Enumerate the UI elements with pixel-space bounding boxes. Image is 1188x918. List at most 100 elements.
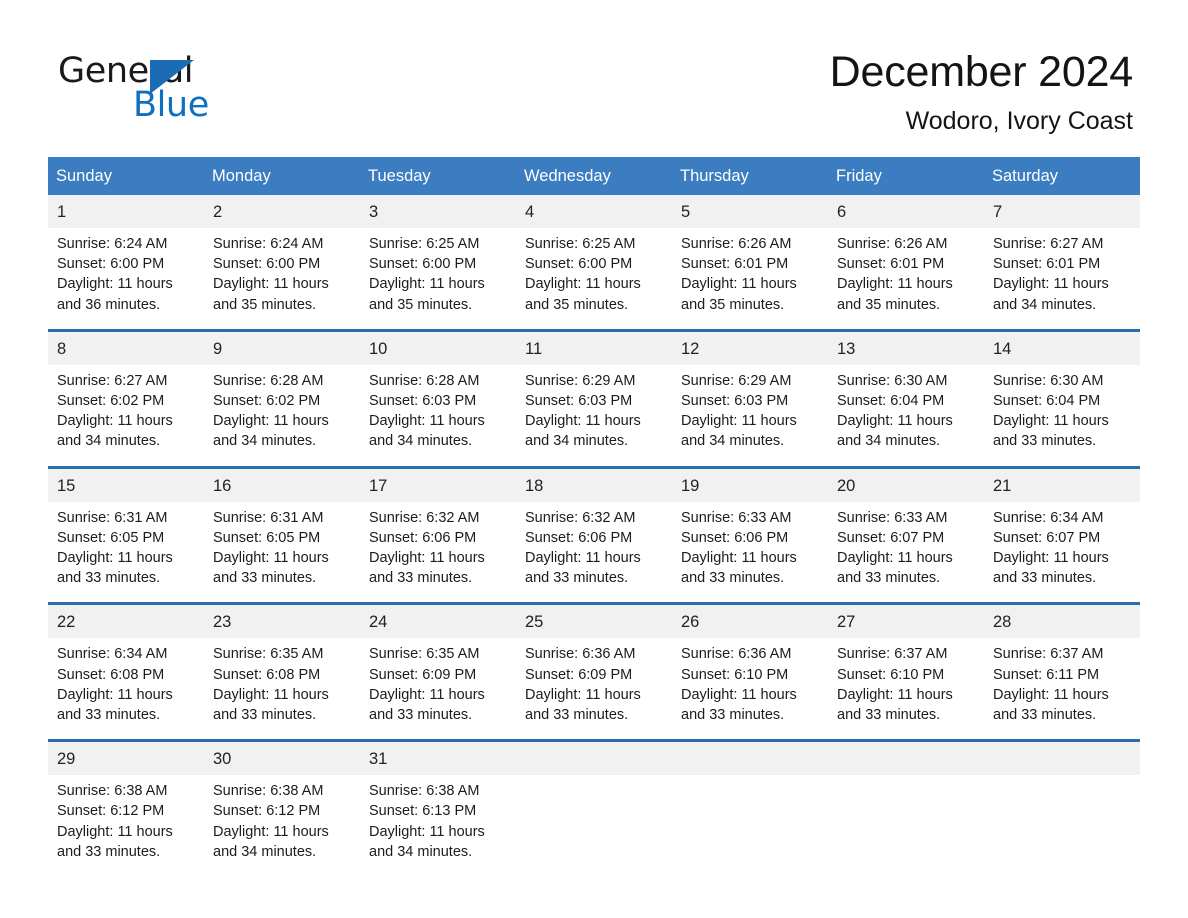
day-number[interactable]: 23 xyxy=(204,605,360,638)
sunrise-text: Sunrise: 6:32 AM xyxy=(369,509,480,526)
sunrise-text: Sunrise: 6:35 AM xyxy=(369,646,480,663)
sunrise-text: Sunrise: 6:38 AM xyxy=(213,783,324,800)
day-number[interactable]: 4 xyxy=(516,195,672,228)
daylight-text-line1: Daylight: 11 hours xyxy=(681,413,797,430)
daylight-text-line2: and 34 minutes. xyxy=(213,843,317,860)
day-number[interactable]: 15 xyxy=(48,469,204,502)
sunset-text: Sunset: 6:01 PM xyxy=(681,256,789,273)
daylight-text-line1: Daylight: 11 hours xyxy=(57,413,173,430)
day-number[interactable]: 20 xyxy=(828,469,984,502)
weekday-header-row: Sunday Monday Tuesday Wednesday Thursday… xyxy=(48,157,1140,195)
sunset-text: Sunset: 6:06 PM xyxy=(681,529,789,546)
day-number[interactable]: 8 xyxy=(48,332,204,365)
day-number[interactable]: 5 xyxy=(672,195,828,228)
day-cell: Sunrise: 6:24 AM Sunset: 6:00 PM Dayligh… xyxy=(204,228,360,329)
day-number[interactable]: 24 xyxy=(360,605,516,638)
day-number[interactable]: 31 xyxy=(360,742,516,775)
day-number[interactable]: 12 xyxy=(672,332,828,365)
day-number[interactable]: 26 xyxy=(672,605,828,638)
day-cell: Sunrise: 6:32 AM Sunset: 6:06 PM Dayligh… xyxy=(516,502,672,603)
week-daynumber-band: 29 30 31 xyxy=(48,742,1140,776)
day-number[interactable]: 18 xyxy=(516,469,672,502)
sunset-text: Sunset: 6:03 PM xyxy=(681,393,789,410)
sunset-text: Sunset: 6:13 PM xyxy=(369,803,477,820)
day-number[interactable]: 14 xyxy=(984,332,1140,365)
daylight-text-line1: Daylight: 11 hours xyxy=(993,276,1109,293)
day-number[interactable]: 16 xyxy=(204,469,360,502)
daylight-text-line1: Daylight: 11 hours xyxy=(213,823,329,840)
sunrise-text: Sunrise: 6:31 AM xyxy=(213,509,324,526)
daylight-text-line2: and 34 minutes. xyxy=(525,433,629,450)
daylight-text-line2: and 34 minutes. xyxy=(369,433,473,450)
sunset-text: Sunset: 6:00 PM xyxy=(369,256,477,273)
sunrise-text: Sunrise: 6:36 AM xyxy=(525,646,636,663)
page-header: General Blue December 2024 Wodoro, Ivory… xyxy=(0,0,1188,135)
weekday-header-tuesday: Tuesday xyxy=(368,167,431,185)
day-cell: Sunrise: 6:33 AM Sunset: 6:06 PM Dayligh… xyxy=(672,502,828,603)
daylight-text-line2: and 34 minutes. xyxy=(993,296,1097,313)
daylight-text-line2: and 34 minutes. xyxy=(837,433,941,450)
sunrise-text: Sunrise: 6:37 AM xyxy=(993,646,1104,663)
day-number-empty xyxy=(984,742,1140,775)
day-number[interactable]: 3 xyxy=(360,195,516,228)
sunset-text: Sunset: 6:04 PM xyxy=(993,393,1101,410)
day-number[interactable]: 10 xyxy=(360,332,516,365)
daylight-text-line2: and 35 minutes. xyxy=(837,296,941,313)
day-number[interactable]: 27 xyxy=(828,605,984,638)
day-cell: Sunrise: 6:38 AM Sunset: 6:13 PM Dayligh… xyxy=(360,775,516,876)
day-number[interactable]: 1 xyxy=(48,195,204,228)
sunset-text: Sunset: 6:05 PM xyxy=(213,529,321,546)
day-cell: Sunrise: 6:38 AM Sunset: 6:12 PM Dayligh… xyxy=(204,775,360,876)
day-cell: Sunrise: 6:36 AM Sunset: 6:09 PM Dayligh… xyxy=(516,638,672,739)
day-number[interactable]: 13 xyxy=(828,332,984,365)
day-number[interactable]: 25 xyxy=(516,605,672,638)
day-number[interactable]: 19 xyxy=(672,469,828,502)
daylight-text-line1: Daylight: 11 hours xyxy=(681,276,797,293)
daylight-text-line2: and 33 minutes. xyxy=(57,570,161,587)
sunrise-text: Sunrise: 6:29 AM xyxy=(681,372,792,389)
day-number[interactable]: 2 xyxy=(204,195,360,228)
daylight-text-line2: and 33 minutes. xyxy=(837,707,941,724)
sunrise-text: Sunrise: 6:33 AM xyxy=(681,509,792,526)
daylight-text-line2: and 35 minutes. xyxy=(369,296,473,313)
day-number[interactable]: 11 xyxy=(516,332,672,365)
sunset-text: Sunset: 6:09 PM xyxy=(525,666,633,683)
day-number[interactable]: 22 xyxy=(48,605,204,638)
day-cell: Sunrise: 6:36 AM Sunset: 6:10 PM Dayligh… xyxy=(672,638,828,739)
daylight-text-line2: and 36 minutes. xyxy=(57,296,161,313)
day-cell: Sunrise: 6:35 AM Sunset: 6:08 PM Dayligh… xyxy=(204,638,360,739)
day-number[interactable]: 6 xyxy=(828,195,984,228)
day-cell-empty xyxy=(984,775,1140,876)
sunset-text: Sunset: 6:09 PM xyxy=(369,666,477,683)
day-number[interactable]: 7 xyxy=(984,195,1140,228)
daylight-text-line1: Daylight: 11 hours xyxy=(57,686,173,703)
day-number[interactable]: 29 xyxy=(48,742,204,775)
title-block: December 2024 Wodoro, Ivory Coast xyxy=(830,46,1134,136)
sunrise-text: Sunrise: 6:32 AM xyxy=(525,509,636,526)
day-cell: Sunrise: 6:28 AM Sunset: 6:02 PM Dayligh… xyxy=(204,365,360,466)
daylight-text-line1: Daylight: 11 hours xyxy=(525,413,641,430)
sunrise-text: Sunrise: 6:33 AM xyxy=(837,509,948,526)
day-cell: Sunrise: 6:31 AM Sunset: 6:05 PM Dayligh… xyxy=(48,502,204,603)
day-cell-empty xyxy=(672,775,828,876)
sunset-text: Sunset: 6:07 PM xyxy=(837,529,945,546)
daylight-text-line2: and 35 minutes. xyxy=(213,296,317,313)
day-cell: Sunrise: 6:30 AM Sunset: 6:04 PM Dayligh… xyxy=(828,365,984,466)
daylight-text-line1: Daylight: 11 hours xyxy=(993,686,1109,703)
day-number[interactable]: 21 xyxy=(984,469,1140,502)
sunrise-text: Sunrise: 6:34 AM xyxy=(993,509,1104,526)
day-number[interactable]: 28 xyxy=(984,605,1140,638)
day-number[interactable]: 17 xyxy=(360,469,516,502)
daylight-text-line2: and 33 minutes. xyxy=(369,570,473,587)
daylight-text-line1: Daylight: 11 hours xyxy=(369,413,485,430)
day-number[interactable]: 9 xyxy=(204,332,360,365)
day-cell-empty xyxy=(828,775,984,876)
sunrise-text: Sunrise: 6:27 AM xyxy=(993,236,1104,252)
day-cell: Sunrise: 6:34 AM Sunset: 6:08 PM Dayligh… xyxy=(48,638,204,739)
daylight-text-line2: and 33 minutes. xyxy=(525,570,629,587)
week-daynumber-band: 1 2 3 4 5 6 7 xyxy=(48,195,1140,228)
daylight-text-line1: Daylight: 11 hours xyxy=(525,550,641,567)
day-number[interactable]: 30 xyxy=(204,742,360,775)
sunset-text: Sunset: 6:03 PM xyxy=(525,393,633,410)
calendar-page: General Blue December 2024 Wodoro, Ivory… xyxy=(0,0,1188,918)
